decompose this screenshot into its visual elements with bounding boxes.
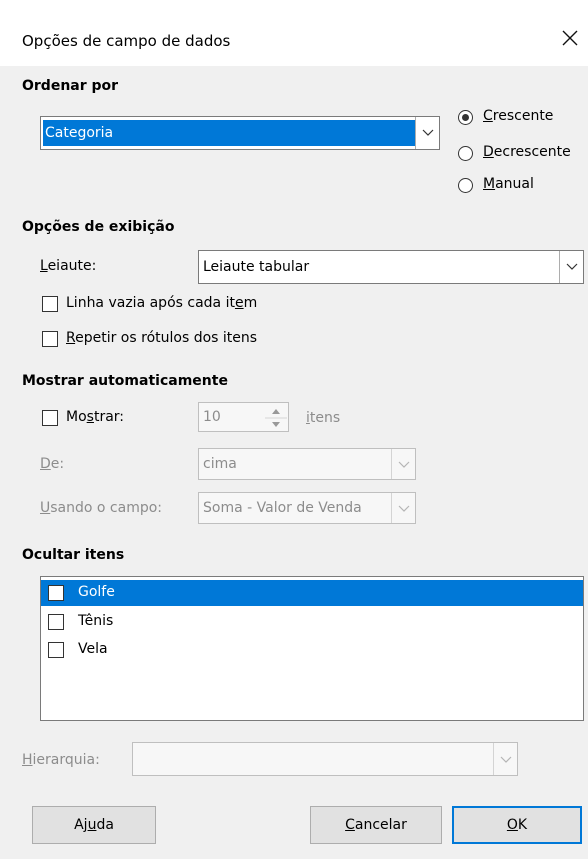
chevron-down-icon[interactable] (391, 449, 415, 479)
list-item-label: Golfe (78, 584, 115, 600)
radio-descending[interactable] (458, 146, 473, 161)
list-item-label: Tênis (78, 613, 114, 629)
repeat-labels-checkbox[interactable] (42, 331, 58, 347)
using-field-label: Usando o campo: (40, 500, 162, 516)
radio-descending-label[interactable]: Decrescente (483, 144, 571, 160)
repeat-labels-label[interactable]: Repetir os rótulos dos itens (66, 330, 257, 346)
list-item-checkbox[interactable] (48, 614, 64, 630)
sort-field-value: Categoria (43, 120, 417, 146)
radio-manual[interactable] (458, 178, 473, 193)
auto-show-heading: Mostrar automaticamente (22, 373, 228, 389)
list-item[interactable]: Vela (41, 637, 583, 663)
help-button[interactable]: Ajuda (32, 806, 156, 844)
radio-selected-dot (462, 114, 469, 121)
ok-button[interactable]: OK (452, 806, 582, 844)
sort-field-select[interactable]: Categoria (40, 116, 440, 150)
list-item-checkbox[interactable] (48, 642, 64, 658)
using-field-value: Soma - Valor de Venda (203, 500, 362, 516)
chevron-down-icon[interactable] (493, 743, 517, 775)
show-label[interactable]: Mostrar: (66, 409, 124, 425)
spinner-arrows[interactable] (263, 402, 289, 432)
items-label: itens (306, 410, 341, 426)
spinner-updown-icon (265, 409, 287, 427)
layout-select[interactable]: Leiaute tabular (198, 250, 584, 284)
list-item-checkbox[interactable] (48, 585, 64, 601)
hierarchy-label: Hierarquia: (22, 752, 100, 768)
list-item[interactable]: Golfe (41, 580, 583, 606)
show-checkbox[interactable] (42, 410, 58, 426)
display-heading: Opções de exibição (22, 219, 175, 235)
layout-label: Leiaute: (40, 258, 97, 274)
dialog-title: Opções de campo de dados (22, 32, 231, 50)
hide-items-heading: Ocultar itens (22, 547, 125, 563)
chevron-down-icon[interactable] (559, 251, 583, 283)
radio-ascending[interactable] (458, 110, 473, 125)
cancel-button[interactable]: Cancelar (310, 806, 442, 844)
from-value: cima (203, 456, 237, 472)
radio-ascending-rest: rescente (492, 108, 554, 124)
dialog-titlebar: Opções de campo de dados (0, 0, 588, 66)
from-select[interactable]: cima (198, 448, 416, 480)
close-icon[interactable] (558, 26, 582, 50)
hide-items-list[interactable]: Golfe Tênis Vela (40, 576, 584, 721)
chevron-down-icon[interactable] (391, 493, 415, 523)
layout-value: Leiaute tabular (203, 259, 310, 275)
list-item[interactable]: Tênis (41, 609, 583, 635)
sort-heading: Ordenar por (22, 78, 119, 94)
hierarchy-select[interactable] (132, 742, 518, 776)
radio-ascending-label[interactable]: Crescente (483, 108, 553, 124)
count-spinner-input[interactable]: 10 (198, 402, 264, 432)
empty-line-checkbox[interactable] (42, 296, 58, 312)
empty-line-label[interactable]: Linha vazia após cada item (66, 295, 257, 311)
count-value: 10 (203, 409, 221, 425)
list-item-label: Vela (78, 641, 108, 657)
using-field-select[interactable]: Soma - Valor de Venda (198, 492, 416, 524)
radio-manual-label[interactable]: Manual (483, 176, 534, 192)
from-label: De: (40, 456, 65, 472)
chevron-down-icon[interactable] (415, 117, 439, 149)
